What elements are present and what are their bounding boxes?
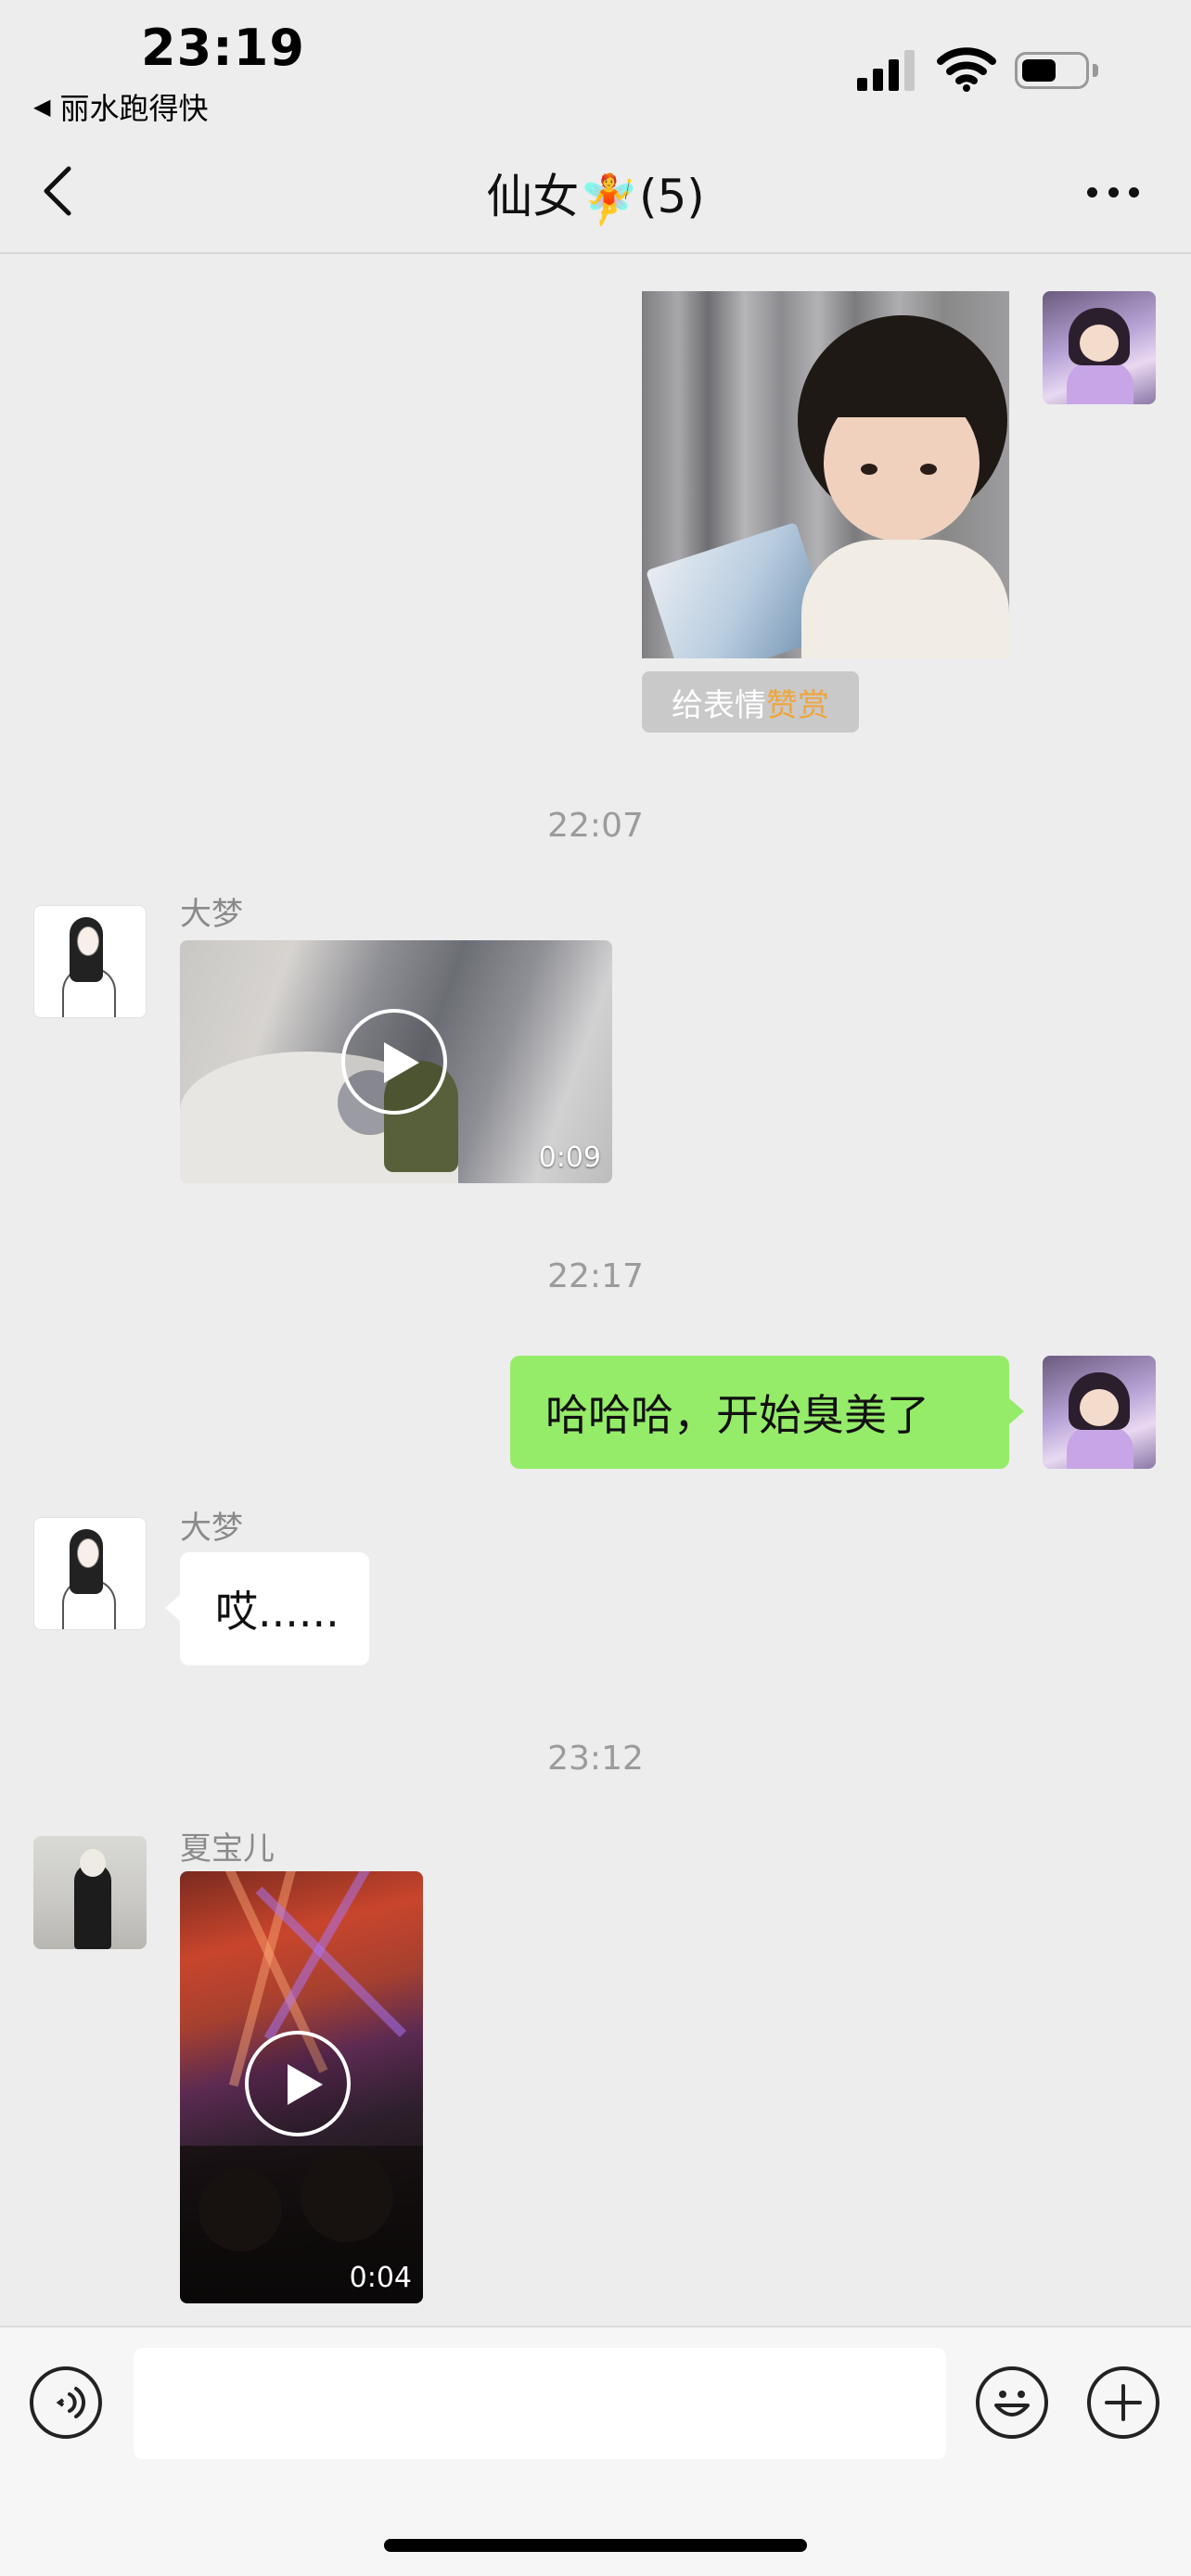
plus-icon[interactable] xyxy=(1087,2366,1159,2439)
home-indicator[interactable] xyxy=(384,2539,807,2552)
timestamp: 22:17 xyxy=(547,1257,644,1295)
video-duration: 0:04 xyxy=(349,2262,412,2294)
cellular-signal-icon xyxy=(857,48,916,91)
my-avatar[interactable] xyxy=(1043,291,1156,404)
video-duration: 0:09 xyxy=(538,1141,601,1174)
more-dots-icon[interactable] xyxy=(1087,187,1139,200)
avatar-dameng[interactable] xyxy=(33,905,147,1018)
video-message[interactable]: 0:04 xyxy=(180,1871,423,2303)
avatar-dameng[interactable] xyxy=(33,1517,147,1630)
header-divider xyxy=(0,252,1191,254)
message-text: 哈哈哈，开始臭美了 xyxy=(545,1390,929,1440)
sticker-image[interactable] xyxy=(642,291,1009,658)
battery-tip xyxy=(1093,64,1098,77)
back-to-app-link[interactable]: ◀ 丽水跑得快 xyxy=(33,85,208,128)
other-text-bubble[interactable]: 哎...... xyxy=(165,1552,369,1665)
timestamp: 22:07 xyxy=(547,807,644,845)
video-message[interactable]: 0:09 xyxy=(180,940,612,1183)
my-text-bubble[interactable]: 哈哈哈，开始臭美了 xyxy=(510,1356,1024,1469)
sticker-reward-button[interactable]: 给表情 赞赏 xyxy=(642,671,859,733)
left-triangle-icon: ◀ xyxy=(33,94,51,120)
wifi-icon xyxy=(937,47,996,92)
play-icon[interactable] xyxy=(245,2031,351,2136)
emoji-icon[interactable] xyxy=(976,2366,1048,2439)
my-avatar[interactable] xyxy=(1043,1356,1156,1469)
message-input[interactable] xyxy=(134,2348,946,2459)
voice-icon[interactable] xyxy=(30,2366,102,2439)
message-text: 哎...... xyxy=(215,1587,339,1637)
timestamp: 23:12 xyxy=(547,1740,644,1778)
reward-prefix: 给表情 xyxy=(672,686,766,724)
chat-title-text: 仙女 xyxy=(486,170,580,223)
member-count: (5) xyxy=(638,170,705,223)
sender-name: 大梦 xyxy=(180,896,243,933)
play-icon[interactable] xyxy=(341,1009,447,1115)
battery-icon xyxy=(1015,52,1089,89)
chat-title: 仙女🧚(5) xyxy=(0,159,1191,228)
sender-name: 大梦 xyxy=(180,1510,243,1547)
reward-highlight: 赞赏 xyxy=(766,686,829,724)
back-app-label: 丽水跑得快 xyxy=(59,91,209,126)
avatar-xiabaoer[interactable] xyxy=(33,1836,147,1949)
fairy-emoji: 🧚 xyxy=(579,172,639,228)
sender-name: 夏宝儿 xyxy=(180,1830,275,1868)
status-time: 23:19 xyxy=(141,19,305,77)
